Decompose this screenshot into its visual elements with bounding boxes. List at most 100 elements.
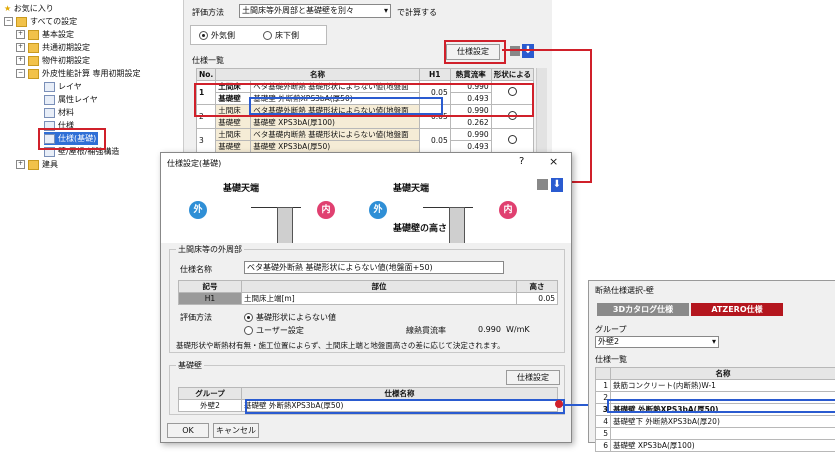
radio-user-setting[interactable]: ユーザー設定 [244, 325, 304, 336]
diagram-line [423, 207, 473, 208]
gray-square-icon [510, 46, 520, 56]
folder-icon [28, 160, 39, 170]
collapse-icon[interactable]: − [4, 17, 13, 26]
blue-highlight-box [607, 399, 835, 413]
expand-icon[interactable]: + [16, 160, 25, 169]
foundation-wall-shape [449, 207, 465, 243]
highlight-box [38, 128, 106, 150]
foundation-spec-dialog: 仕様設定(基礎) ? × 基礎天端 基礎天端 外 内 外 内 基礎壁の高さ ⬇ … [160, 152, 572, 443]
foundation-wall-shape [277, 207, 293, 243]
flow-label: 線熱貫流率 [406, 325, 446, 336]
foundation-diagram: 基礎天端 基礎天端 外 内 外 内 基礎壁の高さ ⬇ [161, 173, 571, 243]
tree-item-envelope[interactable]: −外皮性能計算 専用初期設定 [16, 67, 141, 80]
table-row[interactable]: H1 土間床上端[m] 0.05 [179, 293, 558, 305]
table-row[interactable]: 4 基礎壁下 外断熱XPS3bA(厚20) [596, 416, 835, 428]
folder-icon [28, 56, 39, 66]
connector-line [502, 49, 592, 51]
spec-setting-button[interactable]: 仕様設定 [506, 370, 560, 385]
expand-icon[interactable]: + [16, 30, 25, 39]
flow-value: 0.990 [478, 325, 501, 334]
col-h1: H1 [419, 69, 450, 81]
list-label: 仕様一覧 [192, 55, 224, 66]
table-row[interactable]: 5 [596, 428, 835, 440]
star-icon: ★ [4, 4, 11, 13]
note-text: 基礎形状や断熱材有無・施工位置によらず、土間床上端と地盤面高さの差に応じて決定さ… [176, 340, 505, 351]
document-icon [44, 108, 55, 118]
vertical-scrollbar[interactable] [536, 68, 547, 152]
eval-method-select[interactable]: 土間床等外周部と基礎壁を別々 ▾ [239, 4, 391, 18]
tree-item-all-settings[interactable]: −すべての設定 [4, 15, 77, 28]
expand-icon[interactable]: + [16, 56, 25, 65]
radio-under[interactable]: 床下側 [263, 30, 299, 41]
col-no: No. [197, 69, 216, 81]
height-table: 記号 部位 高さ H1 土間床上端[m] 0.05 [178, 280, 558, 305]
col-shape: 形状による [491, 69, 533, 81]
section-title: 土間床等の外周部 [176, 244, 244, 255]
diagram-top-label-right: 基礎天端 [393, 181, 429, 194]
outside-badge: 外 [369, 201, 387, 219]
tab-3d-catalog[interactable]: 3Dカタログ仕様 [597, 303, 689, 316]
connector-dot [555, 400, 563, 408]
outside-badge: 外 [189, 201, 207, 219]
dialog-title: 仕様設定(基礎) [167, 158, 221, 169]
group-select[interactable]: 外壁2 ▾ [595, 336, 719, 348]
diagram-top-label: 基礎天端 [223, 181, 259, 194]
spec-panel: 評価方法 土間床等外周部と基礎壁を別々 ▾ で計算する 外気側 床下側 仕様設定… [183, 0, 552, 152]
close-icon[interactable]: × [549, 155, 558, 168]
tree-item-fittings[interactable]: +建具 [16, 158, 58, 171]
tree-item-common[interactable]: +共通初期設定 [16, 41, 90, 54]
list-label: 仕様一覧 [595, 354, 627, 365]
ok-button[interactable]: OK [167, 423, 209, 438]
eval-label: 評価方法 [180, 312, 212, 323]
dialog-titlebar: 仕様設定(基礎) ? × [161, 153, 571, 173]
connector-line [590, 49, 592, 183]
tree-item-attr-layer[interactable]: 属性レイヤ [44, 93, 98, 106]
tree-item-property[interactable]: +物件初期設定 [16, 54, 90, 67]
spec-name-input[interactable]: ベタ基礎外断熱 基礎形状によらない値(地盤面+50) [244, 261, 504, 274]
download-arrow-icon[interactable]: ⬇ [522, 44, 534, 58]
tree-item-layer[interactable]: レイヤ [44, 80, 82, 93]
chevron-down-icon: ▾ [712, 337, 716, 347]
diagram-line [251, 207, 301, 208]
gray-square-icon [537, 179, 548, 190]
folder-icon [28, 69, 39, 79]
blue-highlight-box [249, 97, 443, 115]
diagram-height-label: 基礎壁の高さ [393, 221, 447, 234]
group-label: グループ [595, 324, 627, 335]
folder-icon [28, 43, 39, 53]
folder-icon [16, 17, 27, 27]
radio-outer[interactable]: 外気側 [199, 30, 235, 41]
spec-name-label: 仕様名称 [180, 264, 212, 275]
tab-atzero[interactable]: ATZERO仕様 [691, 303, 783, 316]
expand-icon[interactable]: + [16, 43, 25, 52]
inside-badge: 内 [499, 201, 517, 219]
tree-item-basic[interactable]: +基本設定 [16, 28, 74, 41]
dialog-title: 断熱仕様選択-壁 [595, 285, 654, 296]
table-row[interactable]: 6 基礎壁 XPS3bA(厚100) [596, 440, 835, 452]
cancel-button[interactable]: キャンセル [213, 423, 259, 438]
collapse-icon[interactable]: − [16, 69, 25, 78]
eval-suffix: で計算する [397, 7, 437, 18]
col-flow: 熱貫流率 [450, 69, 491, 81]
table-row[interactable]: 1 鉄筋コンクリート(内断熱)W-1 [596, 380, 835, 392]
document-icon [44, 95, 55, 105]
table-row[interactable]: 基礎壁 基礎壁 XPS3bA(厚100) 0.262 [197, 117, 534, 129]
document-icon [44, 82, 55, 92]
flow-unit: W/mK [506, 325, 530, 334]
table-row[interactable]: 基礎壁 基礎壁 XPS3bA(厚50) 0.493 [197, 141, 534, 153]
settings-tree: ★ お気に入り −すべての設定 +基本設定 +共通初期設定 +物件初期設定 −外… [0, 0, 180, 180]
tree-item-material[interactable]: 材料 [44, 106, 74, 119]
circle-icon [508, 135, 517, 144]
inside-badge: 内 [317, 201, 335, 219]
insulation-spec-dialog: 断熱仕様選択-壁 3Dカタログ仕様 ATZERO仕様 グループ 外壁2 ▾ 仕様… [588, 280, 835, 443]
tree-item-favorites[interactable]: ★ お気に入り [4, 2, 54, 15]
download-arrow-icon[interactable]: ⬇ [551, 178, 563, 192]
side-radio-group: 外気側 床下側 [190, 25, 327, 45]
radio-no-shape[interactable]: 基礎形状によらない値 [244, 312, 336, 323]
chevron-down-icon: ▾ [384, 5, 388, 17]
highlight-box [444, 40, 506, 64]
table-row[interactable]: 3 土間床 ベタ基礎内断熱 基礎形状によらない値(地盤面 0.05 0.990 [197, 129, 534, 141]
help-icon[interactable]: ? [519, 156, 524, 167]
col-name: 名称 [216, 69, 419, 81]
blue-highlight-box [245, 399, 565, 414]
